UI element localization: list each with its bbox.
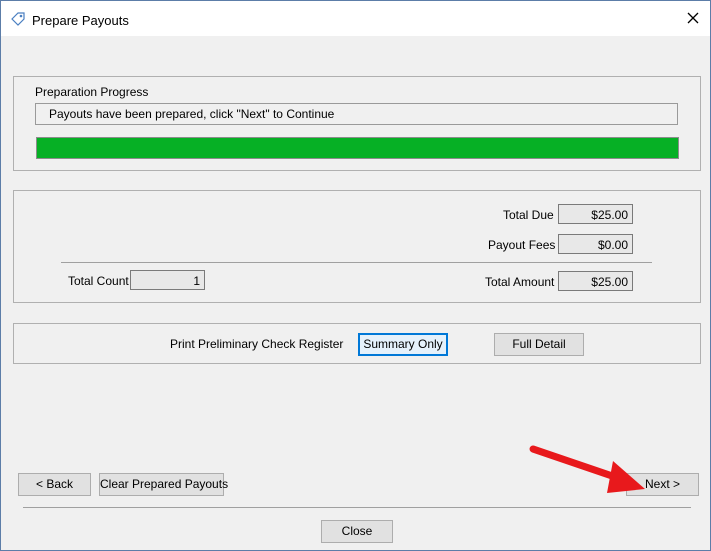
back-button[interactable]: < Back [18, 473, 91, 496]
payout-fees-field: $0.00 [558, 234, 633, 254]
red-arrow-icon [529, 445, 645, 493]
total-count-label: Total Count [68, 274, 129, 288]
check-register-group: Print Preliminary Check Register Summary… [13, 323, 701, 364]
close-button[interactable]: Close [321, 520, 393, 543]
payout-fees-label: Payout Fees [488, 238, 556, 252]
prepare-payouts-dialog: Prepare Payouts Preparation Progress Pay… [0, 0, 711, 551]
full-detail-button[interactable]: Full Detail [494, 333, 584, 356]
total-due-value: $25.00 [591, 208, 628, 222]
total-count-field: 1 [130, 270, 205, 290]
progress-bar-fill [37, 138, 678, 158]
progress-status-text: Payouts have been prepared, click "Next"… [49, 107, 335, 121]
total-amount-field: $25.00 [558, 271, 633, 291]
bottom-divider [23, 507, 691, 508]
progress-status-field: Payouts have been prepared, click "Next"… [35, 103, 678, 125]
totals-divider [61, 262, 652, 263]
totals-group: Total Due $25.00 Payout Fees $0.00 Total… [13, 190, 701, 303]
print-register-label: Print Preliminary Check Register [170, 337, 344, 351]
total-due-field: $25.00 [558, 204, 633, 224]
preparation-progress-label: Preparation Progress [35, 85, 149, 99]
preparation-progress-group: Preparation Progress Payouts have been p… [13, 76, 701, 171]
close-icon[interactable] [684, 9, 702, 27]
total-amount-value: $25.00 [591, 275, 628, 289]
total-amount-label: Total Amount [485, 275, 555, 289]
progress-bar [36, 137, 679, 159]
total-due-label: Total Due [503, 208, 554, 222]
title-bar: Prepare Payouts [1, 1, 710, 36]
window-title: Prepare Payouts [32, 13, 129, 28]
summary-only-button[interactable]: Summary Only [358, 333, 448, 356]
clear-prepared-payouts-button[interactable]: Clear Prepared Payouts [99, 473, 228, 496]
total-count-value: 1 [193, 274, 200, 288]
payout-fees-value: $0.00 [597, 238, 628, 252]
tag-icon [11, 12, 25, 26]
